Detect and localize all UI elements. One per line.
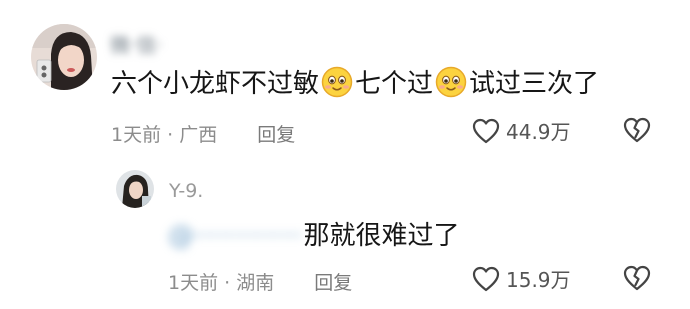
blush-emoji-icon bbox=[321, 66, 353, 98]
dislike-button[interactable] bbox=[622, 265, 652, 295]
comment-meta: 1天前 · 广西 回复 bbox=[111, 120, 295, 147]
reply-button[interactable]: 回复 bbox=[314, 272, 352, 294]
like-count: 15.9万 bbox=[506, 268, 571, 292]
time-location: 1天前 · 广西 bbox=[111, 124, 218, 146]
avatar[interactable] bbox=[116, 170, 154, 208]
reply-button[interactable]: 回复 bbox=[257, 124, 295, 146]
avatar[interactable] bbox=[31, 24, 97, 90]
username[interactable]: Y-9. bbox=[169, 180, 203, 202]
comment-item: 微·信· 六个小龙虾不过敏 七个过 试过三次了 1天前 · 广西 回复 44.9… bbox=[0, 0, 690, 165]
like-count: 44.9万 bbox=[506, 120, 571, 144]
broken-heart-icon bbox=[623, 265, 651, 291]
broken-heart-icon bbox=[623, 117, 651, 143]
like-button[interactable]: 15.9万 bbox=[472, 264, 571, 293]
time-location: 1天前 · 湖南 bbox=[168, 272, 275, 294]
reply-comment-item: Y-9. @·············那就很难过了 1天前 · 湖南 回复 15… bbox=[0, 165, 690, 309]
blush-emoji-icon bbox=[435, 66, 467, 98]
heart-icon bbox=[472, 266, 500, 291]
comment-meta: 1天前 · 湖南 回复 bbox=[168, 268, 352, 295]
mention-link[interactable]: @············· bbox=[168, 218, 301, 254]
comment-text: @·············那就很难过了 bbox=[168, 218, 459, 254]
like-button[interactable]: 44.9万 bbox=[472, 116, 571, 145]
comment-text: 六个小龙虾不过敏 七个过 试过三次了 bbox=[111, 66, 599, 102]
dislike-button[interactable] bbox=[622, 117, 652, 147]
username[interactable]: 微·信· bbox=[110, 29, 163, 58]
heart-icon bbox=[472, 118, 500, 143]
